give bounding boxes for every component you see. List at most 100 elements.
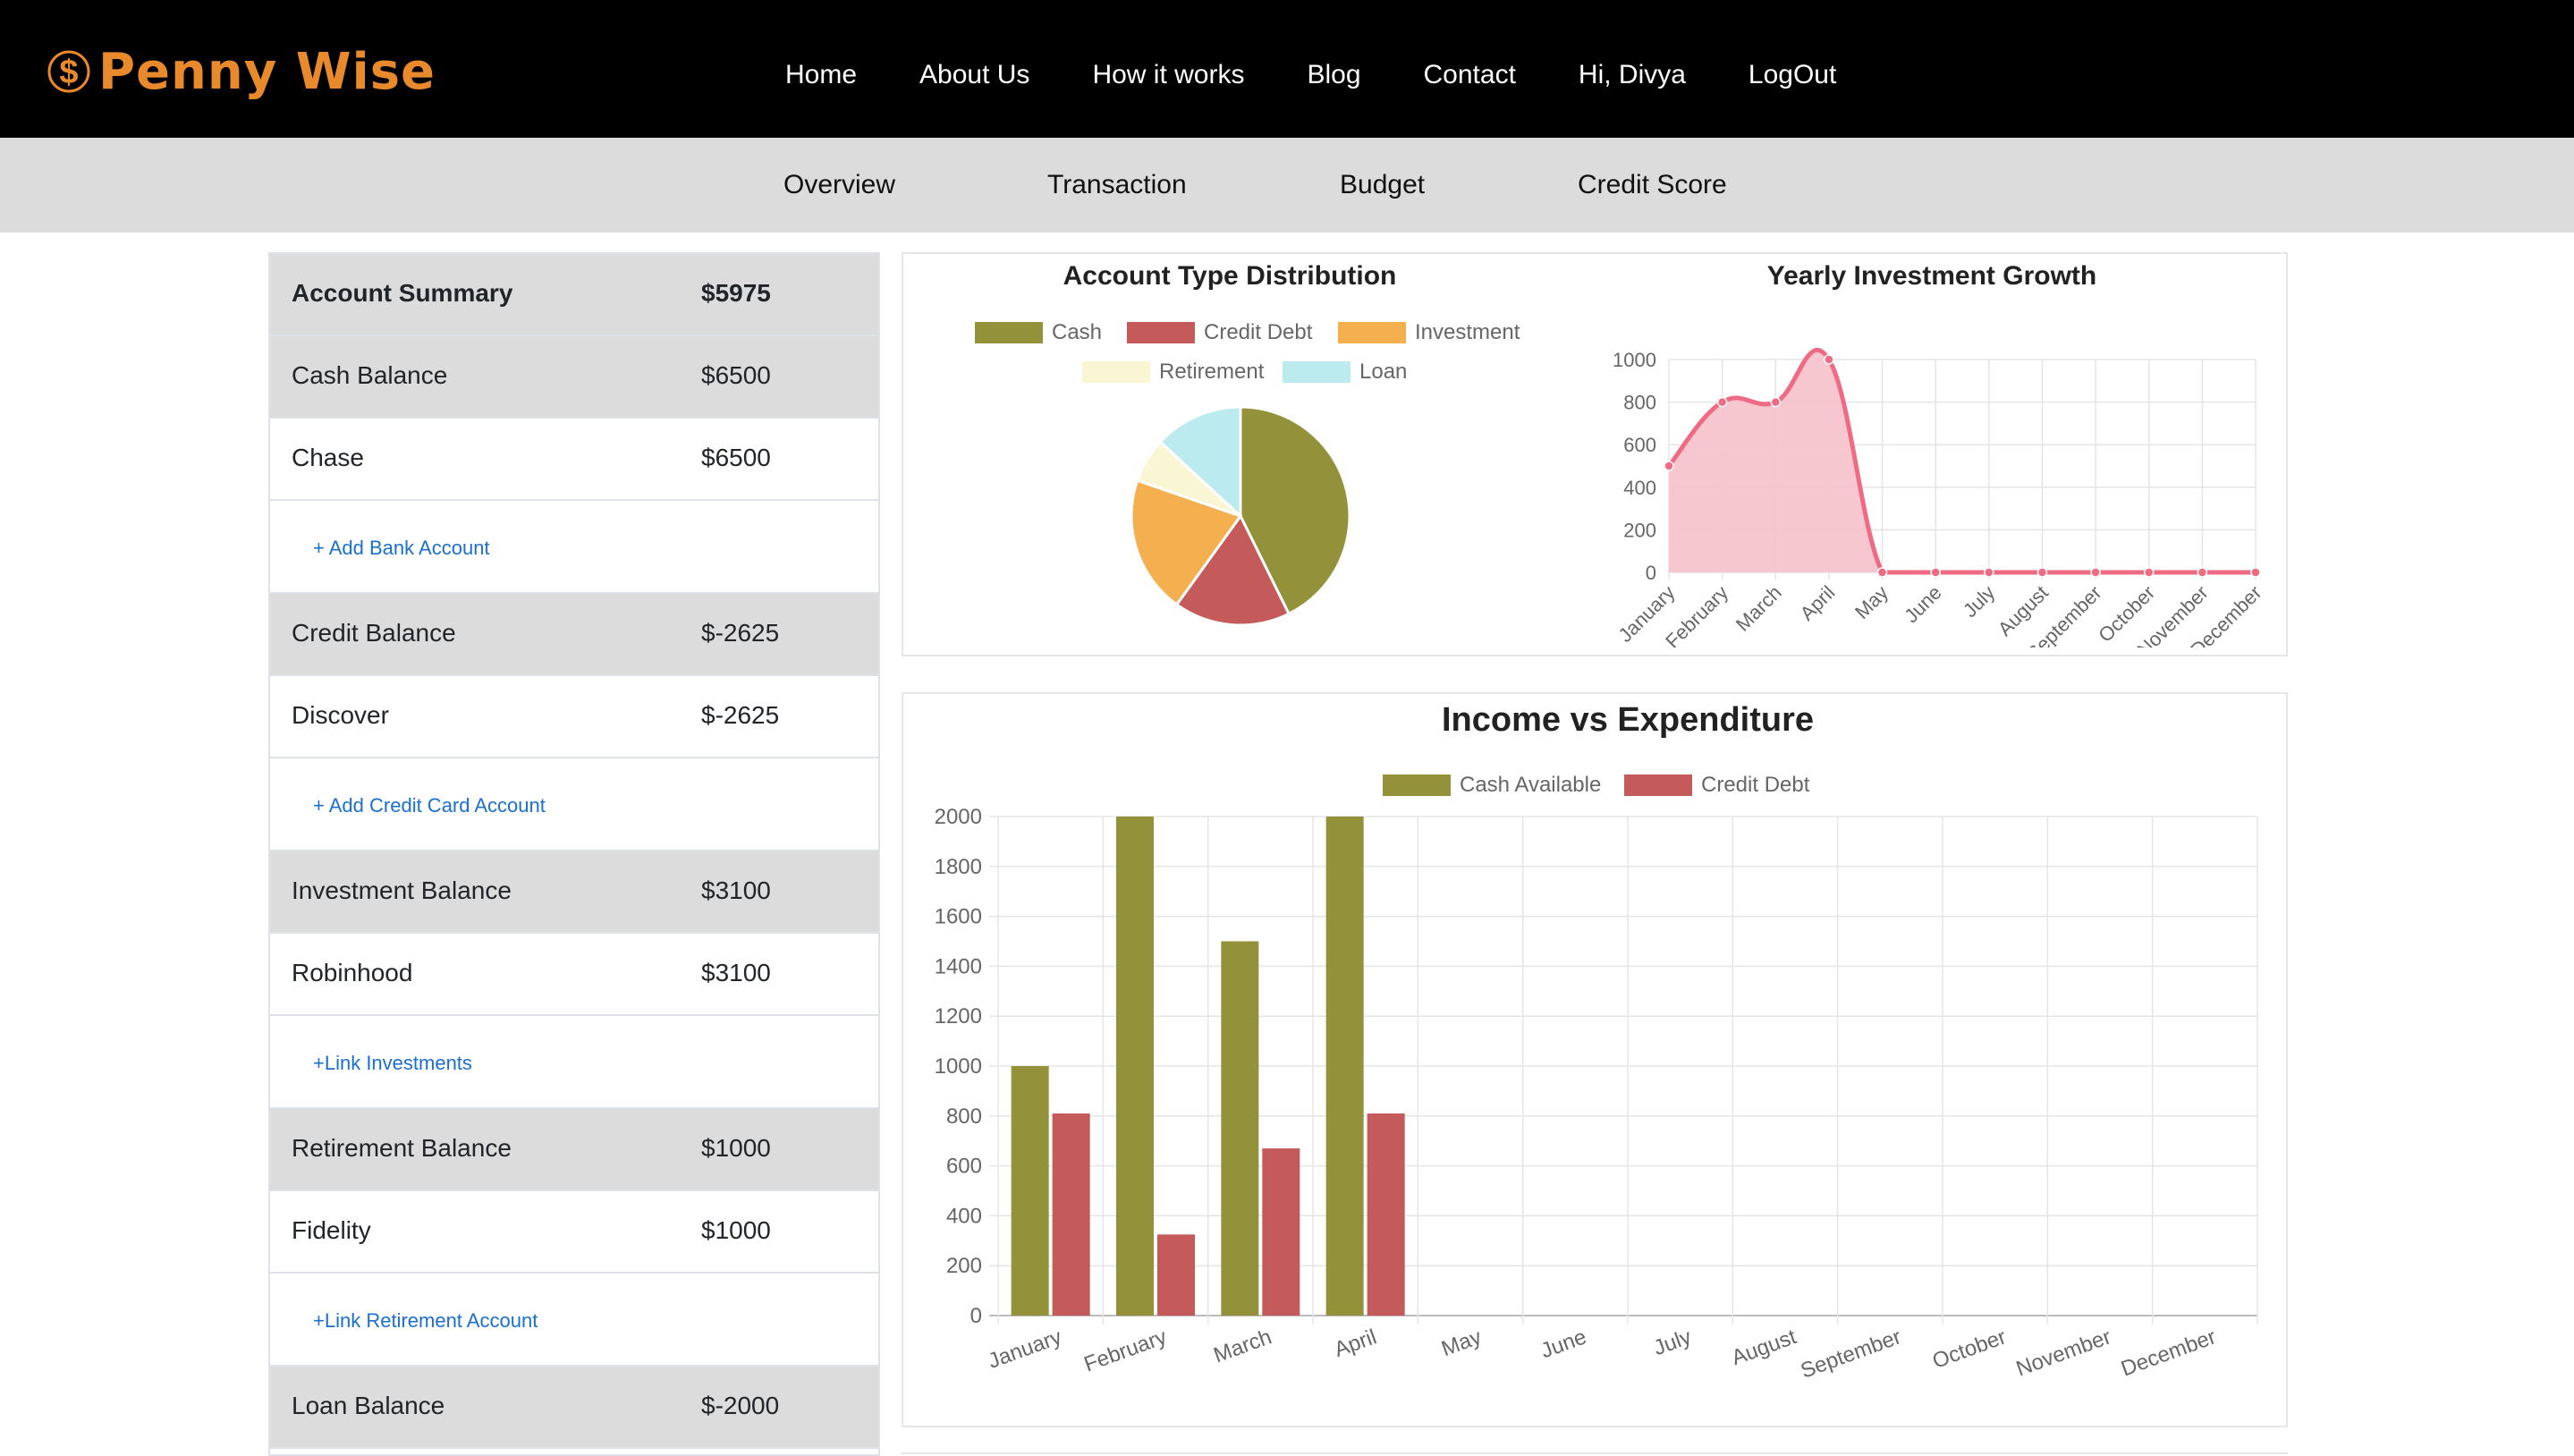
row-label: Cash Balance xyxy=(292,361,448,389)
add-account-row: + Add Credit Card Account xyxy=(270,758,878,851)
bar-x-tick: April xyxy=(1331,1325,1379,1362)
row-label: Loan Balance xyxy=(292,1392,445,1419)
nav-blog[interactable]: Blog xyxy=(1307,60,1360,90)
link-investments-link[interactable]: +Link Investments xyxy=(313,1052,472,1075)
bar-y-tick: 1000 xyxy=(935,1054,982,1079)
pie-legend-item[interactable]: Investment xyxy=(1338,320,1520,345)
add-credit-card-account-link[interactable]: + Add Credit Card Account xyxy=(313,794,546,817)
bar-x-tick: August xyxy=(1729,1325,1800,1370)
line-point[interactable] xyxy=(1876,567,1888,578)
line-area-fill xyxy=(1669,350,2256,572)
bar-x-tick: September xyxy=(1798,1325,1905,1384)
summary-title: Account Summary xyxy=(292,279,513,307)
add-account-row: + Add Bank Account xyxy=(270,501,878,594)
nav-logout[interactable]: LogOut xyxy=(1748,60,1836,90)
balance-group-row: Credit Balance $-2625 xyxy=(270,594,878,676)
summary-header-row: Account Summary $5975 xyxy=(270,254,878,336)
account-row: Chase $6500 xyxy=(270,419,878,501)
bar-credit-debt-february[interactable] xyxy=(1157,1234,1195,1316)
row-label: Retirement Balance xyxy=(292,1134,512,1162)
row-value: $-2000 xyxy=(701,1392,780,1419)
summary-total: $5975 xyxy=(701,279,771,307)
row-value: $1000 xyxy=(701,1216,771,1244)
bar-y-tick: 800 xyxy=(946,1105,982,1129)
row-label: Chase xyxy=(292,444,364,471)
line-point[interactable] xyxy=(1984,567,1994,578)
line-chart: 02004006008001000JanuaryFebruaryMarch Apr… xyxy=(1613,348,2266,648)
add-account-row: +Link Investments xyxy=(270,1016,878,1109)
bar-cash-available-march[interactable] xyxy=(1221,941,1259,1316)
balance-group-row: Investment Balance $3100 xyxy=(270,851,878,934)
row-value: $6500 xyxy=(701,444,771,471)
pie-legend-item[interactable]: Retirement xyxy=(1082,360,1264,385)
tab-credit-score[interactable]: Credit Score xyxy=(1578,170,1727,200)
line-point[interactable] xyxy=(1716,396,1728,408)
bar-cash-available-april[interactable] xyxy=(1325,817,1364,1316)
legend-swatch xyxy=(1338,322,1406,343)
line-y-tick: 600 xyxy=(1623,434,1656,456)
bar-y-tick: 200 xyxy=(946,1254,982,1278)
bar-x-tick: February xyxy=(1081,1325,1170,1376)
brand-logo[interactable]: $ Penny Wise xyxy=(47,39,436,104)
nav-how-it-works[interactable]: How it works xyxy=(1092,60,1244,90)
account-row: Discover $-2625 xyxy=(270,676,878,758)
bar-x-tick: January xyxy=(985,1325,1064,1374)
pie-legend-item[interactable]: Cash xyxy=(975,320,1102,345)
line-point[interactable] xyxy=(1664,461,1674,471)
line-point[interactable] xyxy=(1930,567,1941,578)
bar-credit-debt-january[interactable] xyxy=(1052,1113,1090,1316)
bar-cash-available-february[interactable] xyxy=(1116,817,1154,1316)
line-point[interactable] xyxy=(2143,567,2155,578)
bar-y-tick: 2000 xyxy=(935,805,982,829)
next-card-edge xyxy=(902,1452,2288,1454)
nav-about-us[interactable]: About Us xyxy=(919,60,1029,90)
row-label: Discover xyxy=(292,701,389,729)
dollar-icon: $ xyxy=(47,50,90,93)
bar-x-tick: June xyxy=(1537,1325,1589,1363)
nav-user-greeting[interactable]: Hi, Divya xyxy=(1579,60,1686,90)
pie-chart xyxy=(1130,405,1351,627)
line-x-tick: April xyxy=(1796,581,1840,625)
row-value: $-2625 xyxy=(701,701,780,729)
account-summary-table: Account Summary $5975 Cash Balance $6500 C… xyxy=(268,252,880,1456)
tab-overview[interactable]: Overview xyxy=(783,170,895,200)
row-label: Credit Balance xyxy=(292,619,456,647)
line-y-tick: 200 xyxy=(1623,519,1656,541)
line-point[interactable] xyxy=(2250,567,2261,578)
bar-credit-debt-march[interactable] xyxy=(1262,1148,1300,1316)
bar-y-tick: 400 xyxy=(946,1204,982,1228)
bar-x-tick: November xyxy=(2013,1325,2114,1381)
line-y-tick: 800 xyxy=(1623,392,1656,414)
tab-budget[interactable]: Budget xyxy=(1340,170,1425,200)
line-point[interactable] xyxy=(2036,567,2048,578)
pie-legend-item[interactable]: Credit Debt xyxy=(1127,320,1312,345)
bar-credit-debt-april[interactable] xyxy=(1367,1113,1405,1316)
nav-contact[interactable]: Contact xyxy=(1424,60,1516,90)
line-point[interactable] xyxy=(2090,567,2101,578)
bar-chart-title: Income vs Expenditure xyxy=(1441,701,1814,739)
add-account-row: +Link Retirement Account xyxy=(270,1274,878,1367)
line-y-tick: 1000 xyxy=(1613,349,1656,371)
bar-cash-available-january[interactable] xyxy=(1011,1066,1049,1316)
line-x-tick: March xyxy=(1732,581,1786,636)
link-retirement-account-link[interactable]: +Link Retirement Account xyxy=(313,1309,538,1333)
line-point[interactable] xyxy=(1770,396,1782,408)
nav-home[interactable]: Home xyxy=(785,60,857,90)
tab-transaction[interactable]: Transaction xyxy=(1047,170,1187,200)
bar-y-tick: 1400 xyxy=(935,954,982,978)
balance-group-row: Cash Balance $6500 xyxy=(270,336,878,419)
account-row: Robinhood $3100 xyxy=(270,934,878,1016)
line-point[interactable] xyxy=(1824,354,1834,365)
row-value: $3100 xyxy=(701,876,771,904)
bar-y-tick: 600 xyxy=(946,1155,982,1179)
legend-label: Loan xyxy=(1359,360,1408,384)
line-point[interactable] xyxy=(2197,567,2208,578)
bar-x-tick: October xyxy=(1929,1325,2009,1374)
svg-text:$: $ xyxy=(59,54,78,91)
bar-x-tick: March xyxy=(1210,1325,1274,1367)
main-nav: Home About Us How it works Blog Contact … xyxy=(785,50,1899,100)
balance-group-row: Loan Balance $-2000 xyxy=(270,1367,878,1449)
add-bank-account-link[interactable]: + Add Bank Account xyxy=(313,537,490,560)
line-y-tick: 0 xyxy=(1646,562,1656,584)
pie-legend-item[interactable]: Loan xyxy=(1283,360,1407,385)
